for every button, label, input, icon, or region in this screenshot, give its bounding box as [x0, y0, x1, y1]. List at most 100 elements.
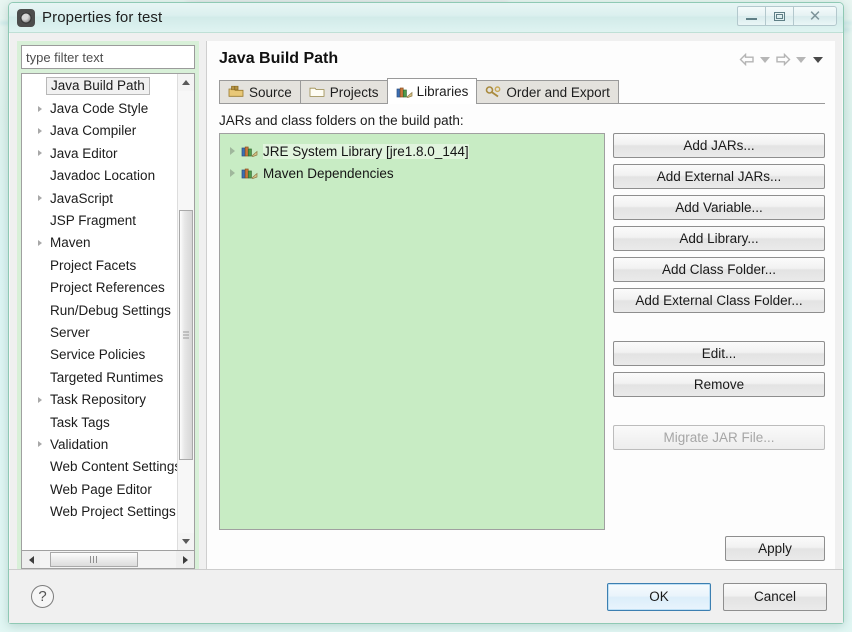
add-external-jars-button[interactable]: Add External JARs...: [613, 164, 825, 189]
expand-arrow-icon[interactable]: [38, 105, 42, 112]
add-variable-button[interactable]: Add Variable...: [613, 195, 825, 220]
sidebar-item-label: Project Facets: [50, 257, 137, 273]
migrate-jar-file-button: Migrate JAR File...: [613, 425, 825, 450]
sidebar-item-task-tags[interactable]: Task Tags: [22, 411, 177, 433]
edit-button[interactable]: Edit...: [613, 341, 825, 366]
projects-folder-icon: [309, 85, 325, 99]
horizontal-scroll-track[interactable]: [40, 551, 176, 568]
eclipse-properties-icon: [17, 8, 35, 27]
sidebar-item-label: Service Policies: [50, 347, 146, 363]
chevron-down-icon[interactable]: [796, 56, 806, 63]
sidebar-item-label: Maven: [50, 235, 91, 251]
sidebar-scroll-thumb[interactable]: [179, 210, 193, 460]
sidebar-item-web-content-settings[interactable]: Web Content Settings: [22, 456, 177, 478]
sidebar-item-label: Targeted Runtimes: [50, 369, 164, 385]
expand-arrow-icon[interactable]: [230, 169, 235, 177]
scroll-thumb-grip: [183, 331, 189, 339]
sidebar-item-javadoc-location[interactable]: Javadoc Location: [22, 165, 177, 187]
sidebar-item-java-compiler[interactable]: Java Compiler: [22, 120, 177, 142]
sidebar-item-javascript[interactable]: JavaScript: [22, 187, 177, 209]
minimize-button[interactable]: [737, 6, 766, 26]
tab-bar: Source Projects Libraries Order and Export: [219, 78, 825, 104]
sidebar-item-project-references[interactable]: Project References: [22, 277, 177, 299]
libraries-area: JRE System Library [jre1.8.0_144] Maven D…: [219, 133, 825, 536]
sidebar-item-label: JSP Fragment: [50, 213, 137, 229]
close-button[interactable]: ✕: [793, 6, 837, 26]
scroll-left-arrow-icon[interactable]: [22, 551, 40, 568]
sidebar-item-targeted-runtimes[interactable]: Targeted Runtimes: [22, 366, 177, 388]
sidebar-item-project-facets[interactable]: Project Facets: [22, 254, 177, 276]
library-item[interactable]: Maven Dependencies: [224, 162, 604, 184]
expand-arrow-icon[interactable]: [38, 127, 42, 134]
tab-label: Order and Export: [506, 84, 610, 100]
tab-label: Libraries: [416, 84, 469, 99]
expand-arrow-icon[interactable]: [38, 150, 42, 157]
sidebar-item-label: JavaScript: [50, 190, 114, 206]
horizontal-scroll-thumb[interactable]: [50, 552, 138, 567]
sidebar-item-java-build-path[interactable]: Java Build Path: [22, 75, 177, 97]
remove-button[interactable]: Remove: [613, 372, 825, 397]
libraries-list[interactable]: JRE System Library [jre1.8.0_144] Maven D…: [219, 133, 605, 530]
sidebar-item-validation[interactable]: Validation: [22, 433, 177, 455]
library-item-label: Maven Dependencies: [263, 165, 394, 181]
sidebar-item-server[interactable]: Server: [22, 321, 177, 343]
properties-dialog: Properties for test ✕ Java Build PathJav…: [8, 2, 844, 624]
sidebar-item-run-debug-settings[interactable]: Run/Debug Settings: [22, 299, 177, 321]
tab-source[interactable]: Source: [219, 80, 301, 103]
add-jars-button[interactable]: Add JARs...: [613, 133, 825, 158]
scroll-thumb-grip: [89, 556, 99, 563]
tab-libraries[interactable]: Libraries: [386, 78, 478, 104]
scroll-right-arrow-icon[interactable]: [176, 551, 194, 568]
sidebar-item-maven[interactable]: Maven: [22, 232, 177, 254]
expand-arrow-icon[interactable]: [38, 239, 42, 246]
apply-button[interactable]: Apply: [725, 536, 825, 561]
sidebar-item-web-project-settings[interactable]: Web Project Settings: [22, 500, 177, 522]
library-item-label: JRE System Library [jre1.8.0_144]: [263, 143, 469, 159]
maximize-button[interactable]: [765, 6, 794, 26]
add-library-button[interactable]: Add Library...: [613, 226, 825, 251]
cancel-button[interactable]: Cancel: [723, 582, 827, 611]
expand-arrow-icon[interactable]: [38, 441, 42, 448]
page-navigation: [739, 47, 825, 66]
content-pane: Java Build Path Source Projects Libraries O…: [206, 41, 835, 569]
source-folder-icon: [228, 85, 244, 99]
expand-arrow-icon[interactable]: [38, 195, 42, 202]
sidebar-item-label: Javadoc Location: [50, 168, 156, 184]
sidebar-item-label: Server: [50, 324, 90, 340]
chevron-down-icon[interactable]: [760, 56, 770, 63]
settings-tree-list: Java Build Path Java Code Style Java Compi…: [22, 74, 177, 550]
close-icon: ✕: [808, 6, 822, 25]
ok-button[interactable]: OK: [607, 582, 711, 611]
library-books-icon: [241, 166, 258, 180]
sidebar-item-service-policies[interactable]: Service Policies: [22, 344, 177, 366]
sidebar-vertical-scrollbar[interactable]: [177, 74, 194, 550]
menu-chevron-down-icon[interactable]: [813, 56, 823, 63]
sidebar: Java Build Path Java Code Style Java Compi…: [17, 41, 228, 569]
forward-arrow-icon[interactable]: [775, 53, 791, 66]
library-item[interactable]: JRE System Library [jre1.8.0_144]: [224, 140, 604, 162]
libraries-button-column: Add JARs... Add External JARs... Add Varia…: [613, 133, 825, 530]
sidebar-horizontal-scrollbar[interactable]: [21, 551, 195, 569]
maximize-icon: [774, 11, 785, 21]
sidebar-item-label: Java Build Path: [46, 77, 150, 96]
sidebar-item-label: Project References: [50, 280, 165, 296]
filter-input[interactable]: [22, 46, 206, 68]
tab-label: Source: [249, 84, 292, 100]
tab-projects[interactable]: Projects: [299, 80, 388, 103]
sidebar-item-jsp-fragment[interactable]: JSP Fragment: [22, 209, 177, 231]
sidebar-item-java-editor[interactable]: Java Editor: [22, 142, 177, 164]
add-class-folder-button[interactable]: Add Class Folder...: [613, 257, 825, 282]
expand-arrow-icon[interactable]: [38, 396, 42, 403]
back-arrow-icon[interactable]: [739, 53, 755, 66]
sidebar-item-web-page-editor[interactable]: Web Page Editor: [22, 478, 177, 500]
sidebar-item-java-code-style[interactable]: Java Code Style: [22, 97, 177, 119]
sidebar-item-label: Web Content Settings: [50, 459, 177, 475]
scroll-up-arrow-icon[interactable]: [178, 74, 194, 91]
add-external-class-folder-button[interactable]: Add External Class Folder...: [613, 288, 825, 313]
tab-order-and-export[interactable]: Order and Export: [476, 80, 619, 103]
filter-field-wrapper[interactable]: [21, 45, 228, 69]
expand-arrow-icon[interactable]: [230, 147, 235, 155]
sidebar-item-task-repository[interactable]: Task Repository: [22, 388, 177, 410]
scroll-down-arrow-icon[interactable]: [178, 533, 194, 550]
help-question-icon[interactable]: ?: [31, 585, 54, 608]
